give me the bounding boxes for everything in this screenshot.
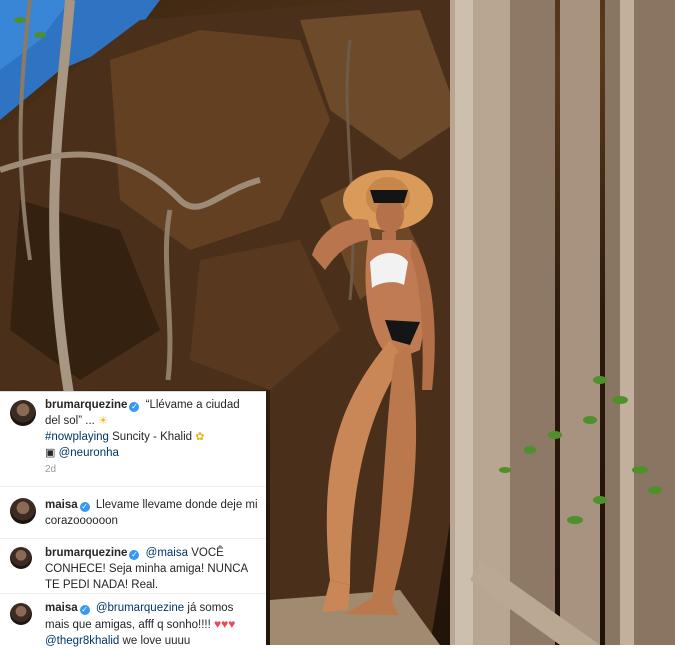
verified-badge-icon: ✓ xyxy=(79,605,90,615)
divider xyxy=(0,486,266,487)
avatar[interactable] xyxy=(10,603,32,625)
post-time: 2d xyxy=(45,464,57,475)
divider xyxy=(0,538,266,539)
comment-username[interactable]: brumarquezine xyxy=(45,547,127,559)
verified-badge-icon: ✓ xyxy=(129,402,140,412)
comment-text: maisa ✓ Llevame llevame donde deje mi cor… xyxy=(45,497,258,529)
avatar[interactable] xyxy=(10,498,36,524)
caption-text: brumarquezine ✓ “Llévame a ciudad del sol… xyxy=(45,397,258,461)
comment-body: we love uuuu xyxy=(122,635,191,647)
avatar[interactable] xyxy=(10,547,32,569)
mention-link[interactable]: @thegr8khalid xyxy=(45,635,119,647)
caption-song: Suncity - Khalid xyxy=(112,431,193,443)
comment-text: maisa ✓ @brumarquezine já somos mais que … xyxy=(45,600,258,649)
sun-icon: ☀ xyxy=(98,415,108,427)
comment-username[interactable]: maisa xyxy=(45,499,78,511)
comments-panel: brumarquezine ✓ “Llévame a ciudad del sol… xyxy=(0,391,266,649)
mention-link[interactable]: @maisa xyxy=(146,547,188,559)
mention-link[interactable]: @neuronha xyxy=(59,447,119,459)
camera-icon: ▣ xyxy=(45,447,56,459)
verified-badge-icon: ✓ xyxy=(129,550,140,560)
mention-link[interactable]: @brumarquezine xyxy=(96,602,184,614)
comment: brumarquezine ✓ @maisa VOCÊ CONHECE! Seja… xyxy=(0,545,266,595)
divider xyxy=(0,593,266,594)
comment-username[interactable]: maisa xyxy=(45,602,78,614)
caption: brumarquezine ✓ “Llévame a ciudad del sol… xyxy=(0,392,266,480)
verified-badge-icon: ✓ xyxy=(79,502,90,512)
comment: maisa ✓ @brumarquezine já somos mais que … xyxy=(0,600,266,649)
avatar[interactable] xyxy=(10,400,36,426)
sunflower-icon: ✿ xyxy=(195,431,205,443)
comment: maisa ✓ Llevame llevame donde deje mi cor… xyxy=(0,496,266,536)
heart-icon: ♥♥♥ xyxy=(214,617,236,631)
comment-text: brumarquezine ✓ @maisa VOCÊ CONHECE! Seja… xyxy=(45,545,258,593)
hashtag-link[interactable]: #nowplaying xyxy=(45,431,109,443)
caption-username[interactable]: brumarquezine xyxy=(45,399,127,411)
